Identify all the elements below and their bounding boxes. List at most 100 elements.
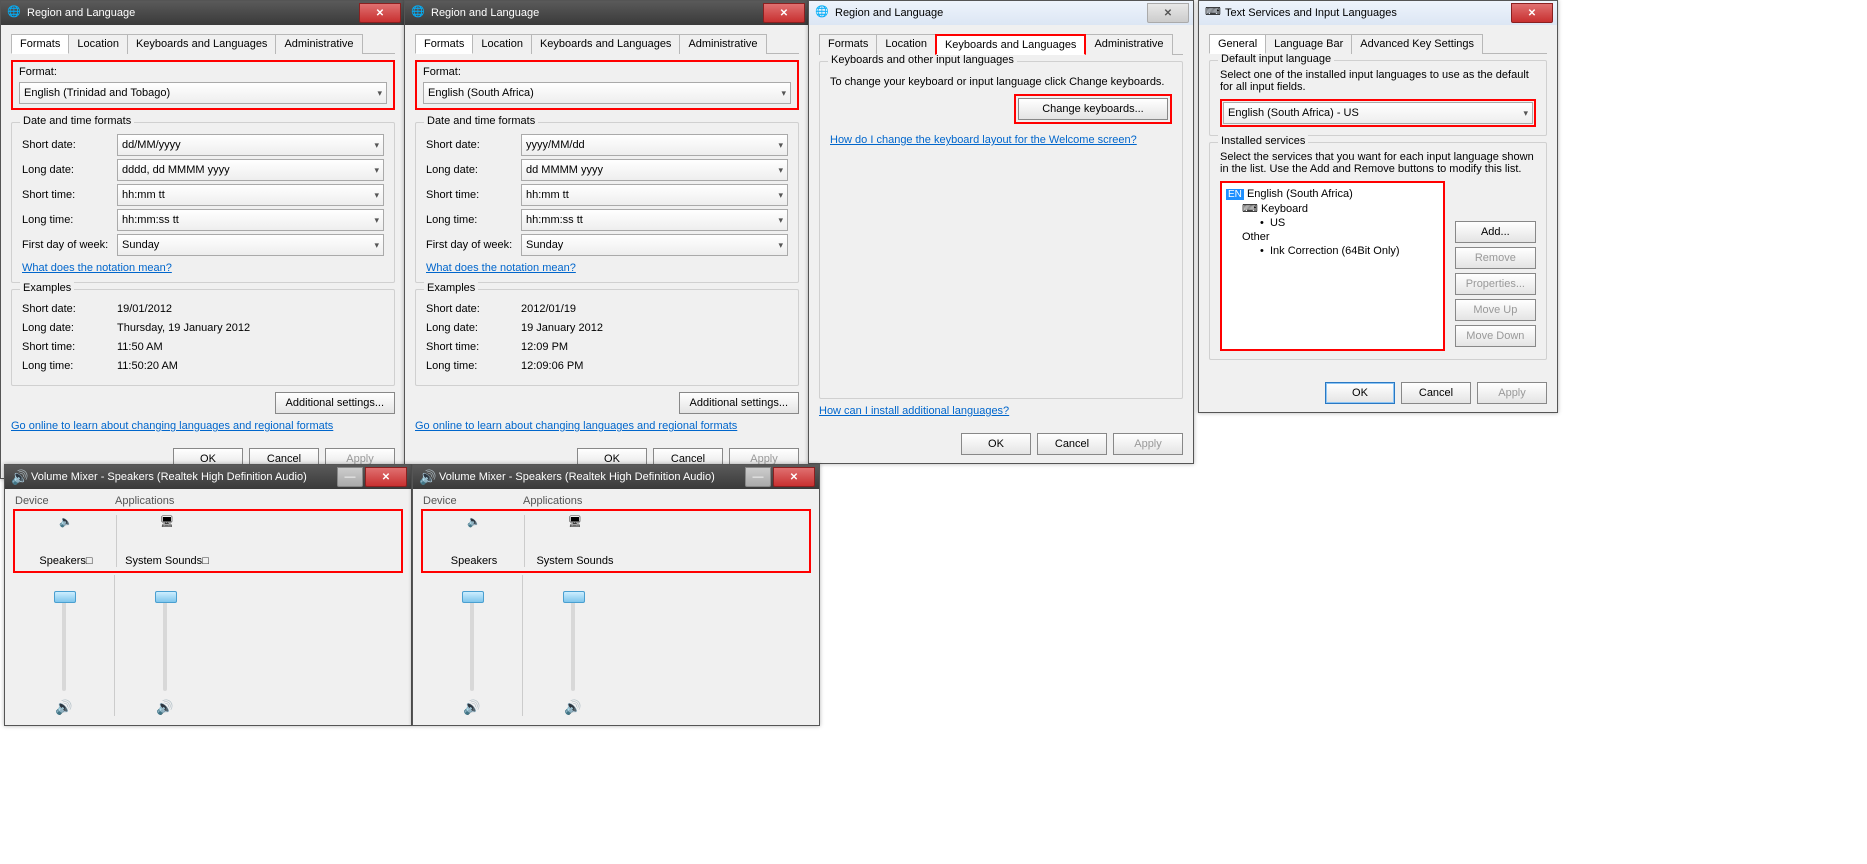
long-date-select[interactable]: dd MMMM yyyy bbox=[521, 159, 788, 181]
slider-thumb[interactable] bbox=[462, 591, 484, 603]
app-volume-slider[interactable] bbox=[571, 593, 575, 691]
slider-thumb[interactable] bbox=[563, 591, 585, 603]
date-time-formats-group: Date and time formats Short date:dd/MM/y… bbox=[11, 122, 395, 283]
tab-advanced[interactable]: Advanced Key Settings bbox=[1351, 34, 1483, 54]
ok-button[interactable]: OK bbox=[961, 433, 1031, 455]
move-up-button[interactable]: Move Up bbox=[1455, 299, 1536, 321]
slider-thumb[interactable] bbox=[54, 591, 76, 603]
tab-keyboards[interactable]: Keyboards and Languages bbox=[531, 34, 681, 54]
short-date-label: Short date: bbox=[22, 139, 117, 151]
close-button[interactable]: ✕ bbox=[359, 3, 401, 23]
ex-st-v: 11:50 AM bbox=[117, 341, 384, 353]
tab-admin[interactable]: Administrative bbox=[275, 34, 362, 54]
additional-settings-button[interactable]: Additional settings... bbox=[679, 392, 799, 414]
app-volume-slider[interactable] bbox=[163, 593, 167, 691]
short-time-select[interactable]: hh:mm tt bbox=[117, 184, 384, 206]
tab-formats[interactable]: Formats bbox=[11, 34, 69, 54]
notation-link[interactable]: What does the notation mean? bbox=[22, 262, 172, 274]
device-speakers[interactable]: 🔈 Speakers bbox=[427, 515, 521, 567]
additional-settings-button[interactable]: Additional settings... bbox=[275, 392, 395, 414]
mixer-highlight: 🔈 Speakers□ 🖥 System Sounds□ bbox=[13, 509, 403, 573]
tab-formats[interactable]: Formats bbox=[819, 34, 877, 55]
format-select[interactable]: English (South Africa) bbox=[423, 82, 791, 104]
long-time-select[interactable]: hh:mm:ss tt bbox=[521, 209, 788, 231]
tab-keyboards[interactable]: Keyboards and Languages bbox=[127, 34, 277, 54]
mute-icon[interactable]: 🔊 bbox=[526, 699, 620, 716]
minimize-button[interactable]: — bbox=[337, 467, 363, 487]
titlebar[interactable]: 🔊 Volume Mixer - Speakers (Realtek High … bbox=[413, 465, 819, 489]
device-volume-slider[interactable] bbox=[62, 593, 66, 691]
welcome-screen-link[interactable]: How do I change the keyboard layout for … bbox=[830, 134, 1137, 146]
minimize-button[interactable]: — bbox=[745, 467, 771, 487]
tree-keyboard[interactable]: ⌨ Keyboard bbox=[1224, 201, 1441, 216]
close-button[interactable]: ✕ bbox=[365, 467, 407, 487]
close-button[interactable]: ✕ bbox=[773, 467, 815, 487]
notation-link[interactable]: What does the notation mean? bbox=[426, 262, 576, 274]
tree-other[interactable]: Other bbox=[1224, 230, 1441, 244]
tab-formats[interactable]: Formats bbox=[415, 34, 473, 54]
add-button[interactable]: Add... bbox=[1455, 221, 1536, 243]
short-date-select[interactable]: dd/MM/yyyy bbox=[117, 134, 384, 156]
titlebar[interactable]: 🌐 Region and Language ✕ bbox=[1, 1, 405, 25]
tab-keyboards[interactable]: Keyboards and Languages bbox=[935, 34, 1087, 55]
close-button[interactable]: ✕ bbox=[1147, 3, 1189, 23]
window-title: Region and Language bbox=[431, 7, 763, 19]
ok-button[interactable]: OK bbox=[1325, 382, 1395, 404]
long-time-select[interactable]: hh:mm:ss tt bbox=[117, 209, 384, 231]
fdow-select[interactable]: Sunday bbox=[521, 234, 788, 256]
titlebar[interactable]: ⌨ Text Services and Input Languages ✕ bbox=[1199, 1, 1557, 25]
short-time-select[interactable]: hh:mm tt bbox=[521, 184, 788, 206]
tab-location[interactable]: Location bbox=[876, 34, 936, 55]
window-title: Region and Language bbox=[27, 7, 359, 19]
additional-languages-link[interactable]: How can I install additional languages? bbox=[819, 405, 1009, 417]
titlebar[interactable]: 🌐 Region and Language ✕ bbox=[405, 1, 809, 25]
device-header: Device bbox=[15, 495, 115, 507]
tree-ink[interactable]: • Ink Correction (64Bit Only) bbox=[1224, 244, 1441, 258]
mute-icon[interactable]: 🔊 bbox=[425, 699, 519, 716]
slider-thumb[interactable] bbox=[155, 591, 177, 603]
tab-language-bar[interactable]: Language Bar bbox=[1265, 34, 1352, 54]
apply-button[interactable]: Apply bbox=[1477, 382, 1547, 404]
cancel-button[interactable]: Cancel bbox=[1037, 433, 1107, 455]
tab-location[interactable]: Location bbox=[472, 34, 532, 54]
services-tree-highlight: EN English (South Africa) ⌨ Keyboard • U… bbox=[1220, 181, 1445, 351]
tree-lang[interactable]: EN English (South Africa) bbox=[1224, 187, 1441, 201]
close-button[interactable]: ✕ bbox=[1511, 3, 1553, 23]
remove-button[interactable]: Remove bbox=[1455, 247, 1536, 269]
properties-button[interactable]: Properties... bbox=[1455, 273, 1536, 295]
short-date-select[interactable]: yyyy/MM/dd bbox=[521, 134, 788, 156]
default-language-select[interactable]: English (South Africa) - US bbox=[1223, 102, 1533, 124]
titlebar[interactable]: 🔊 Volume Mixer - Speakers (Realtek High … bbox=[5, 465, 411, 489]
tab-admin[interactable]: Administrative bbox=[1085, 34, 1172, 55]
app-system-sounds[interactable]: 🖥 System Sounds bbox=[528, 515, 622, 567]
tree-us[interactable]: • US bbox=[1224, 216, 1441, 230]
window-title: Text Services and Input Languages bbox=[1225, 7, 1511, 19]
go-online-link[interactable]: Go online to learn about changing langua… bbox=[415, 420, 737, 432]
move-down-button[interactable]: Move Down bbox=[1455, 325, 1536, 347]
go-online-link[interactable]: Go online to learn about changing langua… bbox=[11, 420, 333, 432]
long-date-select[interactable]: dddd, dd MMMM yyyy bbox=[117, 159, 384, 181]
tab-admin[interactable]: Administrative bbox=[679, 34, 766, 54]
mute-icon[interactable]: 🔊 bbox=[118, 699, 212, 716]
examples-group: Examples Short date:19/01/2012 Long date… bbox=[11, 289, 395, 386]
apply-button[interactable]: Apply bbox=[1113, 433, 1183, 455]
ex-st-v: 12:09 PM bbox=[521, 341, 788, 353]
mute-icon[interactable]: 🔊 bbox=[17, 699, 111, 716]
tab-general[interactable]: General bbox=[1209, 34, 1266, 54]
volume-mixer-1: 🔊 Volume Mixer - Speakers (Realtek High … bbox=[4, 464, 412, 726]
long-date-label: Long date: bbox=[426, 164, 521, 176]
services-tree[interactable]: EN English (South Africa) ⌨ Keyboard • U… bbox=[1222, 183, 1443, 349]
app-system-sounds[interactable]: 🖥 System Sounds□ bbox=[120, 515, 214, 567]
device-speakers[interactable]: 🔈 Speakers□ bbox=[19, 515, 113, 567]
format-select[interactable]: English (Trinidad and Tobago) bbox=[19, 82, 387, 104]
cancel-button[interactable]: Cancel bbox=[1401, 382, 1471, 404]
tab-location[interactable]: Location bbox=[68, 34, 128, 54]
examples-title: Examples bbox=[20, 282, 74, 294]
def-text: Select one of the installed input langua… bbox=[1220, 69, 1536, 93]
fdow-select[interactable]: Sunday bbox=[117, 234, 384, 256]
close-button[interactable]: ✕ bbox=[763, 3, 805, 23]
change-keyboards-button[interactable]: Change keyboards... bbox=[1018, 98, 1168, 120]
device-volume-slider[interactable] bbox=[470, 593, 474, 691]
globe-icon: 🌐 bbox=[7, 5, 23, 21]
titlebar[interactable]: 🌐 Region and Language ✕ bbox=[809, 1, 1193, 25]
